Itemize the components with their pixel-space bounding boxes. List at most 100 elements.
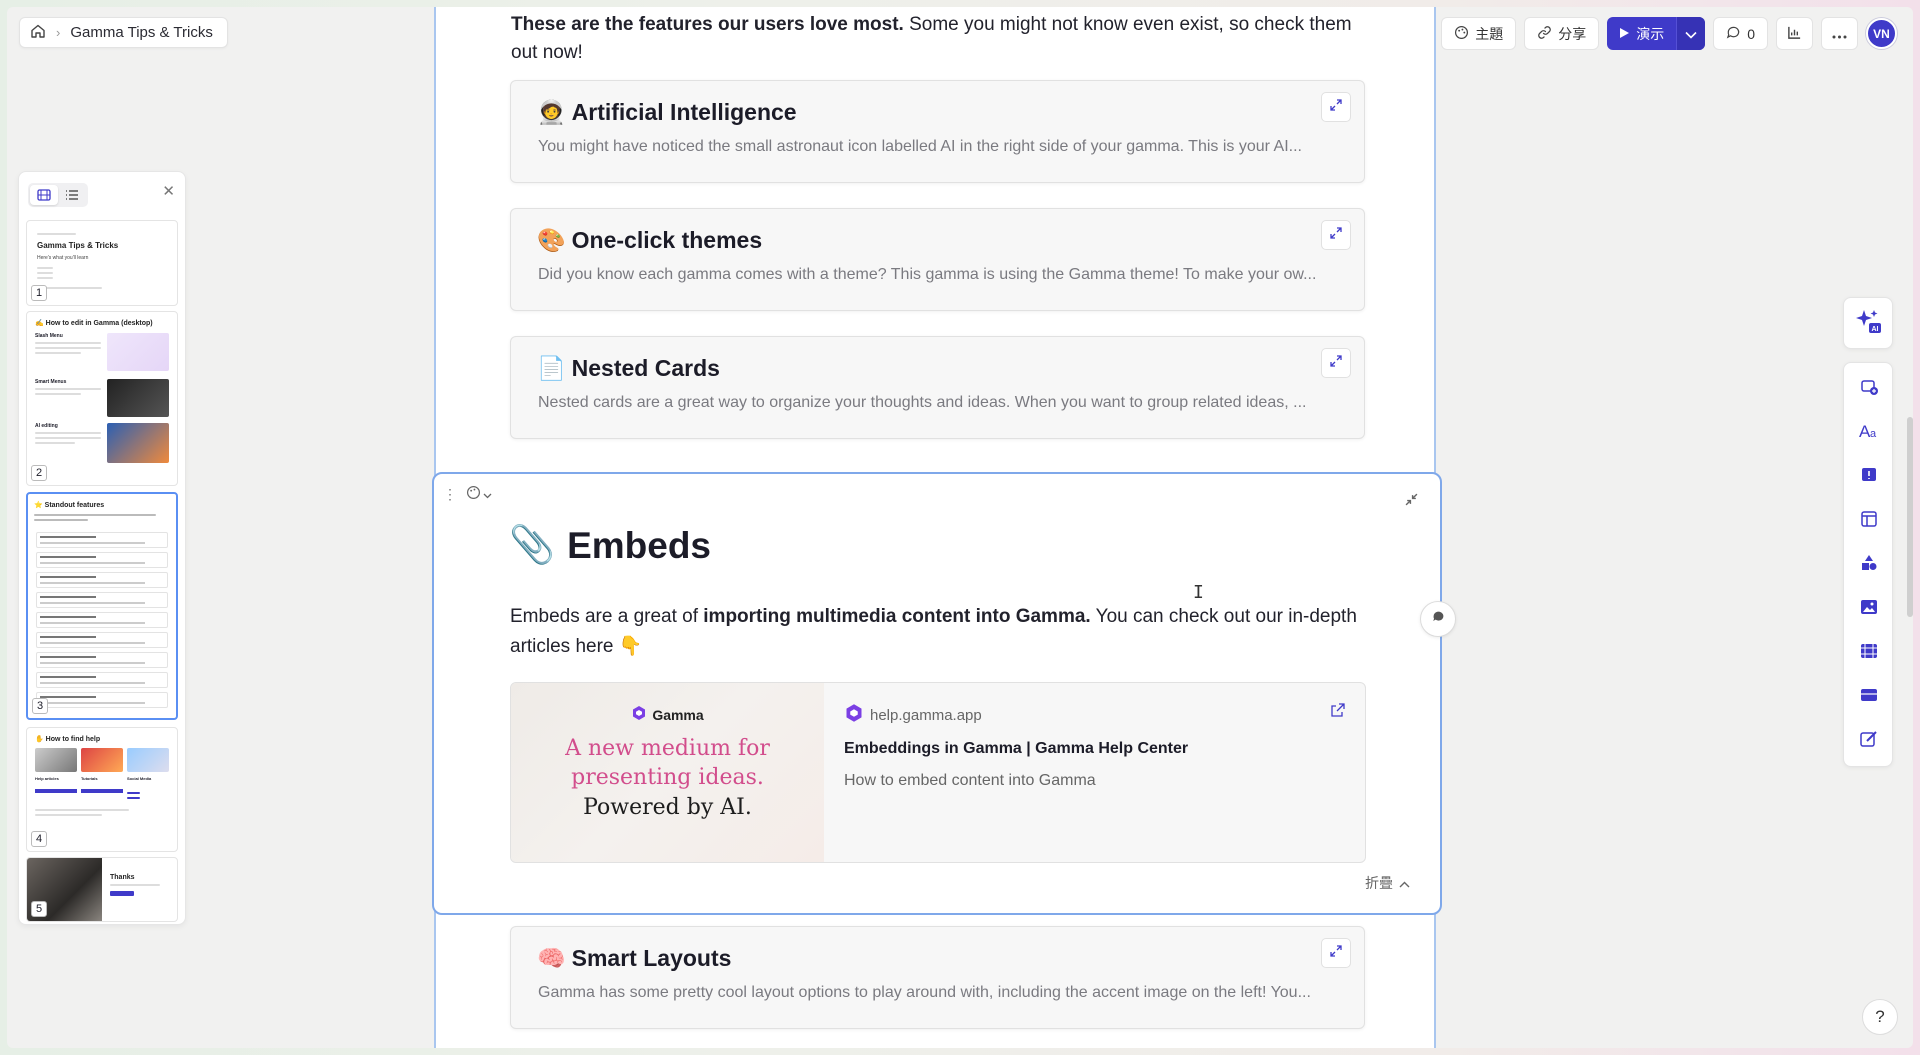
collapse-card-icon[interactable] [1405, 493, 1418, 511]
expand-icon [1330, 98, 1342, 116]
analytics-button[interactable] [1776, 17, 1813, 50]
present-label: 演示 [1636, 25, 1665, 42]
layout-icon[interactable] [1857, 507, 1881, 531]
card-title-text: One-click themes [571, 227, 763, 253]
present-button[interactable]: 演示 [1607, 17, 1676, 50]
thumbnail-view-icon[interactable] [30, 185, 58, 205]
breadcrumb-title[interactable]: Gamma Tips & Tricks [70, 24, 213, 41]
link-title[interactable]: Embeddings in Gamma | Gamma Help Center [844, 740, 1188, 758]
drag-handle-icon[interactable]: ⋮ [443, 486, 457, 503]
avatar[interactable]: VN [1866, 18, 1897, 49]
embeds-title: Embeds [567, 524, 712, 566]
comments-button[interactable]: 0 [1713, 17, 1768, 50]
close-icon[interactable]: ✕ [162, 182, 175, 200]
more-button[interactable] [1821, 17, 1858, 50]
card-style-picker[interactable] [466, 485, 492, 505]
card-title-text: Nested Cards [571, 355, 720, 381]
palette-icon [1454, 25, 1469, 43]
expand-icon [1330, 354, 1342, 372]
mini-card [36, 592, 168, 608]
expand-card-button[interactable] [1321, 348, 1351, 378]
thumbnail-title: ⭐ Standout features [34, 502, 105, 509]
add-comment-button[interactable] [1420, 601, 1456, 637]
astronaut-icon: 🧑‍🚀 [537, 99, 566, 125]
thumbnail-title: ✍️ How to edit in Gamma (desktop) [35, 320, 153, 327]
intro-text[interactable]: These are the features our users love mo… [511, 11, 1371, 67]
chart-icon [1787, 25, 1802, 43]
brain-icon: 🧠 [537, 945, 566, 971]
callout-icon[interactable] [1857, 463, 1881, 487]
slide-thumbnail-3[interactable]: ⭐ Standout features 3 [26, 492, 178, 720]
thumbnail-item: Tutorials [81, 776, 98, 781]
text-style-icon[interactable]: Aa [1857, 419, 1881, 443]
add-card-icon[interactable] [1857, 375, 1881, 399]
embeds-body-text[interactable]: Embeds are a great of importing multimed… [510, 602, 1370, 662]
nested-card-smart-layouts[interactable]: 🧠 Smart Layouts Gamma has some pretty coo… [510, 926, 1365, 1029]
slide-thumbnail-4[interactable]: ✋ How to find help Help articles Tutoria… [26, 727, 178, 852]
home-icon[interactable] [30, 23, 46, 43]
external-link-icon[interactable] [1331, 703, 1345, 722]
theme-button[interactable]: 主題 [1441, 17, 1517, 50]
thumbnail-item: Smart Menus [35, 379, 67, 385]
expand-card-button[interactable] [1321, 938, 1351, 968]
card-description: You might have noticed the small astrona… [538, 138, 1302, 155]
preview-headline: A new medium for presenting ideas. [511, 734, 824, 792]
card-title-text: Smart Layouts [571, 945, 732, 971]
present-button-group: 演示 [1607, 17, 1706, 50]
mini-card [36, 552, 168, 568]
mini-card [36, 632, 168, 648]
share-label: 分享 [1558, 25, 1587, 42]
help-button[interactable]: ? [1862, 999, 1898, 1035]
expand-icon [1330, 944, 1342, 962]
fold-button[interactable]: 折疊 [1365, 873, 1410, 893]
embeds-card-expanded[interactable]: ⋮ 📎 Embeds Embeds are a great of importin… [432, 472, 1442, 915]
thumbnail-title: Gamma Tips & Tricks [37, 241, 119, 250]
more-icon [1832, 26, 1847, 42]
top-toolbar: 主題 分享 演示 0 VN [1441, 17, 1897, 50]
present-options-button[interactable] [1676, 17, 1706, 50]
slide-panel: ✕ Gamma Tips & Tricks Here's what you'll… [18, 171, 186, 925]
chevron-down-icon [483, 486, 492, 504]
expand-card-button[interactable] [1321, 220, 1351, 250]
breadcrumb: › Gamma Tips & Tricks [19, 17, 228, 48]
slide-thumbnail-1[interactable]: Gamma Tips & Tricks Here's what you'll l… [26, 220, 178, 306]
nested-card-nested[interactable]: 📄 Nested Cards Nested cards are a great w… [510, 336, 1365, 439]
thumbnail-item: AI editing [35, 423, 58, 429]
palette-icon [466, 485, 481, 505]
nested-card-themes[interactable]: 🎨 One-click themes Did you know each gamm… [510, 208, 1365, 311]
link-info: help.gamma.app Embeddings in Gamma | Gam… [844, 703, 1188, 790]
thumbnail-item: Slash Menu [35, 333, 63, 339]
gamma-logo-icon [631, 705, 647, 724]
slide-thumbnail-2[interactable]: ✍️ How to edit in Gamma (desktop) Slash … [26, 311, 178, 486]
mini-card [36, 692, 168, 708]
form-icon[interactable] [1857, 727, 1881, 751]
comments-count: 0 [1747, 25, 1755, 42]
shapes-icon[interactable] [1857, 551, 1881, 575]
ai-assistant-button[interactable]: AI [1843, 297, 1893, 349]
video-icon[interactable] [1857, 639, 1881, 663]
embed-icon[interactable] [1857, 683, 1881, 707]
list-view-icon[interactable] [58, 185, 86, 205]
thumbnail-number: 1 [31, 285, 47, 301]
gamma-brand: Gamma [511, 705, 824, 724]
image-icon[interactable] [1857, 595, 1881, 619]
embeds-heading[interactable]: 📎 Embeds [509, 524, 711, 567]
chevron-right-icon: › [56, 25, 61, 40]
thumbnail-subtitle: Here's what you'll learn [37, 255, 89, 261]
expand-card-button[interactable] [1321, 92, 1351, 122]
card-title: 📄 Nested Cards [537, 355, 720, 382]
mini-card [36, 532, 168, 548]
share-button[interactable]: 分享 [1524, 17, 1600, 50]
card-title: 🧠 Smart Layouts [537, 945, 731, 972]
card-description: Did you know each gamma comes with a the… [538, 266, 1317, 283]
link-preview-card[interactable]: Gamma A new medium for presenting ideas.… [510, 682, 1366, 863]
scrollbar[interactable] [1907, 417, 1913, 617]
body-text-1: Embeds are a great of [510, 606, 704, 627]
thumbnail-item: Help articles [35, 776, 59, 781]
gamma-logo-icon [844, 703, 864, 727]
card-description: Nested cards are a great way to organize… [538, 394, 1307, 411]
slide-thumbnail-5[interactable]: Thanks 5 [26, 857, 178, 922]
nested-card-ai[interactable]: 🧑‍🚀 Artificial Intelligence You might hav… [510, 80, 1365, 183]
insert-toolbar: Aa [1843, 362, 1893, 767]
thumbnail-title: Thanks [110, 874, 135, 881]
